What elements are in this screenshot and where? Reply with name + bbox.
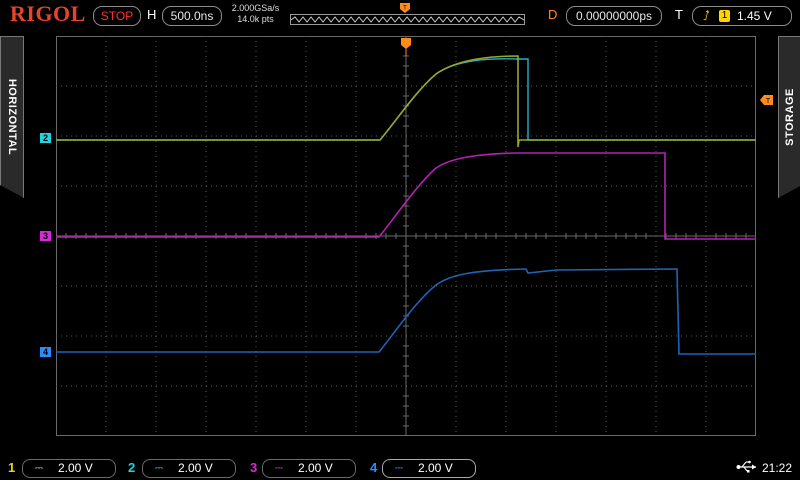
channel-3-scale[interactable]: ⎓ 2.00 V — [262, 459, 356, 478]
trigger-level: 1.45 V — [737, 9, 772, 23]
memory-depth: 14.0k pts — [237, 14, 274, 24]
trigger-settings[interactable]: ⭜ 1 1.45 V — [692, 6, 792, 26]
channel-2-scale[interactable]: ⎓ 2.00 V — [142, 459, 236, 478]
channel-1-number: 1 — [8, 460, 16, 475]
dc-coupling-icon: ⎓ — [275, 463, 283, 474]
channel-status-bar: 1 ⎓ 2.00 V 2 ⎓ 2.00 V 3 ⎓ 2.00 V 4 ⎓ 2.0… — [0, 456, 800, 480]
storage-menu-tab[interactable]: STORAGE — [778, 36, 800, 198]
dc-coupling-icon: ⎓ — [395, 463, 403, 474]
usb-icon — [736, 460, 756, 473]
channel-2-number: 2 — [128, 460, 136, 475]
trigger-source: 1 — [719, 10, 730, 22]
clock: 21:22 — [762, 461, 793, 475]
channel-3-number: 3 — [250, 460, 258, 475]
trigger-position-marker — [401, 38, 411, 56]
run-stop-status[interactable]: STOP — [93, 6, 141, 26]
trigger-label: T — [675, 7, 683, 22]
horizontal-tab-label: HORIZONTAL — [6, 78, 18, 156]
memory-overview-strip — [290, 14, 525, 25]
dc-coupling-icon: ⎓ — [155, 463, 163, 474]
channel-3-offset-marker[interactable]: 3 — [40, 231, 51, 241]
horizontal-menu-tab[interactable]: HORIZONTAL — [0, 36, 24, 198]
dc-coupling-icon: ⎓ — [35, 463, 43, 474]
channel-4-scale[interactable]: ⎓ 2.00 V — [382, 459, 476, 478]
waveform-display[interactable] — [56, 36, 756, 436]
storage-tab-label: STORAGE — [784, 88, 796, 146]
brand-logo: RIGOL — [10, 1, 86, 26]
graticule — [56, 36, 756, 436]
svg-text:T: T — [403, 6, 407, 12]
trigger-position-icon: T — [400, 3, 410, 13]
rising-edge-icon: ⭜ — [703, 8, 710, 23]
svg-text:T: T — [766, 98, 771, 105]
delay-value[interactable]: 0.00000000ps — [566, 6, 662, 26]
top-status-bar: RIGOL STOP H 500.0ns 2.000GSa/s 14.0k pt… — [0, 0, 800, 32]
acquisition-info: 2.000GSa/s 14.0k pts — [228, 3, 283, 25]
delay-label: D — [548, 7, 558, 22]
channel-4-offset-marker[interactable]: 4 — [40, 347, 51, 357]
channel-2-offset-marker[interactable]: 2 — [40, 133, 51, 143]
channel-4-number: 4 — [370, 460, 378, 475]
sample-rate: 2.000GSa/s — [231, 3, 280, 13]
timebase-value[interactable]: 500.0ns — [162, 6, 222, 26]
channel-1-scale[interactable]: ⎓ 2.00 V — [22, 459, 116, 478]
horizontal-label: H — [147, 7, 157, 22]
trigger-level-marker[interactable]: T — [760, 95, 773, 105]
